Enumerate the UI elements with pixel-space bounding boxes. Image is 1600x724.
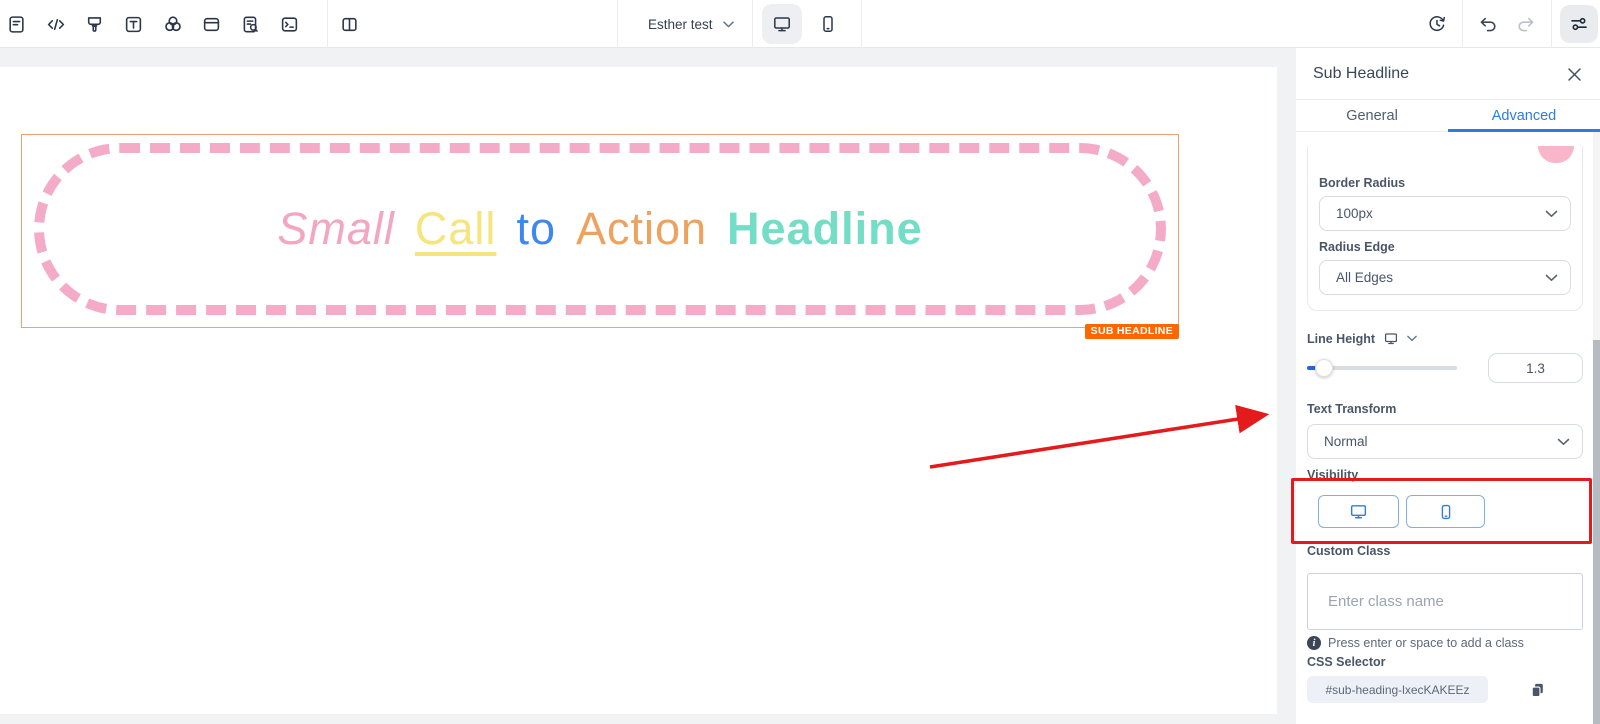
toolbar-right-group [1418, 0, 1600, 48]
form-icon[interactable] [0, 0, 36, 48]
undo-icon[interactable] [1469, 0, 1507, 48]
line-height-input[interactable] [1488, 353, 1583, 383]
radius-edge-select[interactable]: All Edges [1319, 260, 1571, 295]
text-transform-select[interactable]: Normal [1307, 424, 1583, 459]
tab-advanced[interactable]: Advanced [1448, 100, 1600, 131]
element-type-badge: SUB HEADLINE [1085, 324, 1179, 339]
toolbar-left-group [0, 0, 369, 48]
editor-main: Small Call to Action Headline SUB HEADLI… [0, 48, 1600, 724]
tab-general[interactable]: General [1296, 100, 1448, 131]
radius-edge-value: All Edges [1336, 270, 1393, 285]
chevron-down-icon[interactable] [1407, 335, 1417, 342]
headline-word: to [516, 203, 556, 255]
canvas-area: Small Call to Action Headline SUB HEADLI… [0, 48, 1296, 724]
page-search-icon[interactable] [231, 0, 270, 48]
border-settings-card: Border Radius 100px Radius Edge All Edge… [1307, 146, 1583, 311]
terminal-icon[interactable] [270, 0, 309, 48]
line-height-slider[interactable] [1307, 353, 1457, 383]
css-selector-row: #sub-heading-lxecKAKEEz [1307, 676, 1583, 703]
panel-tabs: General Advanced [1296, 100, 1600, 132]
chevron-down-icon [723, 21, 734, 28]
close-icon[interactable] [1562, 62, 1586, 86]
chevron-down-icon [1545, 274, 1558, 282]
mobile-icon[interactable] [808, 4, 848, 44]
toolbar-divider [752, 0, 753, 48]
border-radius-label: Border Radius [1319, 176, 1571, 190]
panel-header: Sub Headline [1296, 48, 1600, 100]
code-icon[interactable] [36, 0, 75, 48]
desktop-icon[interactable] [1383, 331, 1399, 346]
custom-class-label: Custom Class [1307, 544, 1583, 558]
panel-content: Border Radius 100px Radius Edge All Edge… [1296, 132, 1600, 724]
line-height-label: Line Height [1307, 332, 1375, 346]
top-toolbar: Esther test [0, 0, 1600, 48]
text-transform-value: Normal [1324, 434, 1368, 449]
info-icon: i [1307, 636, 1321, 650]
text-icon[interactable] [114, 0, 153, 48]
css-selector-label: CSS Selector [1307, 655, 1583, 669]
history-icon[interactable] [1418, 0, 1456, 48]
headline-word: Action [576, 203, 707, 255]
custom-class-hint: i Press enter or space to add a class [1307, 636, 1583, 650]
headline-word: Small [277, 203, 395, 255]
desktop-icon[interactable] [762, 4, 802, 44]
browser-icon[interactable] [192, 0, 231, 48]
toolbar-center-group: Esther test [617, 0, 862, 48]
colors-icon[interactable] [153, 0, 192, 48]
border-radius-select[interactable]: 100px [1319, 196, 1571, 231]
dashed-border-decoration: Small Call to Action Headline [34, 143, 1166, 315]
radius-edge-label: Radius Edge [1319, 240, 1571, 254]
page-surface[interactable]: Small Call to Action Headline SUB HEADLI… [0, 67, 1277, 714]
toolbar-divider [1551, 0, 1552, 48]
sliders-icon[interactable] [1560, 5, 1598, 43]
copy-icon[interactable] [1529, 681, 1546, 699]
slider-thumb[interactable] [1315, 359, 1333, 377]
redo-icon[interactable] [1507, 0, 1545, 48]
visibility-mobile-icon[interactable] [1406, 495, 1485, 528]
sub-headline-selection[interactable]: Small Call to Action Headline SUB HEADLI… [21, 134, 1179, 328]
visibility-label: Visibility [1307, 468, 1583, 482]
chevron-down-icon [1545, 210, 1558, 218]
text-transform-label: Text Transform [1307, 402, 1583, 416]
page-selector-dropdown[interactable]: Esther test [618, 0, 752, 48]
chevron-down-icon [1557, 438, 1570, 446]
settings-panel: Sub Headline General Advanced Border Rad… [1296, 48, 1600, 724]
visibility-desktop-icon[interactable] [1318, 495, 1399, 528]
panel-scrollbar-thumb[interactable] [1593, 340, 1600, 724]
brush-icon[interactable] [75, 0, 114, 48]
columns-icon[interactable] [330, 0, 369, 48]
border-color-swatch[interactable] [1538, 146, 1574, 163]
border-radius-value: 100px [1336, 206, 1373, 221]
panel-title: Sub Headline [1313, 65, 1409, 83]
css-selector-value: #sub-heading-lxecKAKEEz [1307, 676, 1488, 703]
page-selector-label: Esther test [648, 17, 713, 32]
sub-headline-text[interactable]: Small Call to Action Headline [277, 203, 922, 255]
headline-word: Headline [727, 203, 923, 255]
toolbar-divider [861, 0, 862, 48]
toolbar-divider [1462, 0, 1463, 48]
visibility-toggle [1318, 495, 1583, 528]
toolbar-divider [327, 0, 328, 48]
custom-class-input[interactable] [1307, 573, 1583, 630]
headline-word: Call [415, 203, 497, 255]
